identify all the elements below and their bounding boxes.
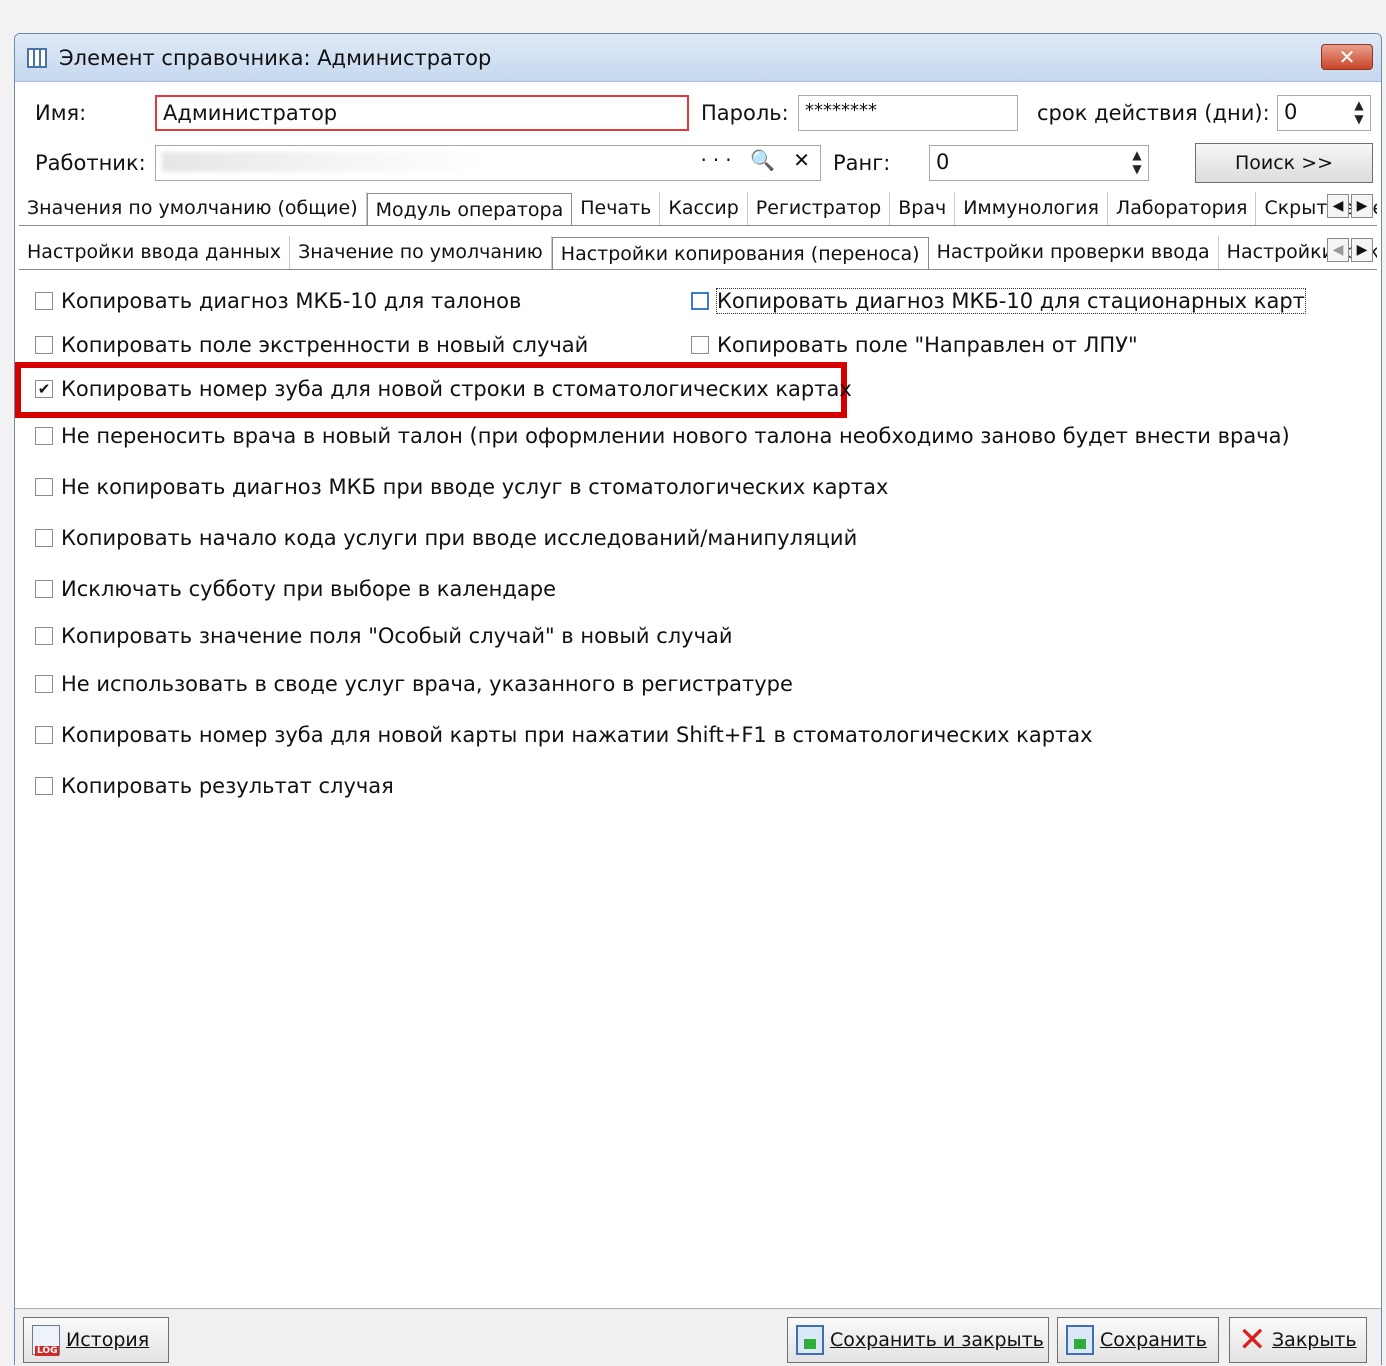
log-icon	[32, 1325, 60, 1356]
bottom-toolbar: История Сохранить и закрыть Сохранить ✕ …	[15, 1308, 1381, 1366]
checkbox[interactable]	[691, 292, 709, 310]
history-button[interactable]: История	[23, 1317, 169, 1363]
tab-scroll-arrows: ◀ ▶	[1327, 194, 1373, 218]
checkbox-row[interactable]: Не использовать в своде услуг врача, ука…	[35, 672, 793, 696]
password-label: Пароль:	[701, 101, 789, 125]
checkbox-label: Копировать поле экстренности в новый слу…	[61, 333, 589, 357]
dialog-window: Элемент справочника: Администратор ✕ Имя…	[14, 33, 1382, 1366]
checkbox[interactable]	[35, 427, 53, 445]
close-button[interactable]: ✕ Закрыть	[1229, 1317, 1367, 1363]
checkbox[interactable]	[35, 675, 53, 693]
checkbox[interactable]	[35, 478, 53, 496]
checkbox[interactable]	[691, 336, 709, 354]
history-label: История	[66, 1329, 150, 1351]
spin-arrows-icon[interactable]: ▲ ▼	[1128, 148, 1146, 178]
tab-immunology[interactable]: Иммунология	[955, 192, 1108, 225]
name-input[interactable]: Администратор	[155, 95, 689, 131]
checkbox-label: Не копировать диагноз МКБ при вводе услу…	[61, 475, 889, 499]
checkbox[interactable]	[35, 336, 53, 354]
subtab-scroll-arrows: ◀ ▶	[1327, 238, 1373, 262]
window-title: Элемент справочника: Администратор	[59, 46, 492, 70]
arrow-left-icon[interactable]: ◀	[1327, 194, 1349, 218]
tab-operator-module[interactable]: Модуль оператора	[366, 193, 573, 225]
tab-laboratory[interactable]: Лаборатория	[1108, 192, 1257, 225]
name-label: Имя:	[35, 101, 87, 125]
table-icon	[27, 48, 47, 68]
checkbox-row[interactable]: Копировать диагноз МКБ-10 для стационарн…	[691, 288, 1306, 314]
checkbox-row[interactable]: Не переносить врача в новый талон (при о…	[35, 424, 1290, 448]
checkbox-label: Копировать диагноз МКБ-10 для стационарн…	[716, 288, 1306, 314]
checkbox-row[interactable]: Копировать значение поля "Особый случай"…	[35, 624, 733, 648]
checkbox-row[interactable]: Исключать субботу при выборе в календаре	[35, 577, 556, 601]
checkbox[interactable]	[35, 627, 53, 645]
checkbox-label: Копировать номер зуба для новой карты пр…	[61, 723, 1093, 747]
save-close-button[interactable]: Сохранить и закрыть	[787, 1317, 1049, 1363]
checkbox-label: Копировать номер зуба для новой строки в…	[61, 377, 852, 401]
checkbox-label: Исключать субботу при выборе в календаре	[61, 577, 557, 601]
validity-value: 0	[1284, 100, 1298, 124]
search-button[interactable]: Поиск >>	[1195, 143, 1373, 183]
checkbox-label: Не переносить врача в новый талон (при о…	[61, 424, 1290, 448]
tab-input-settings[interactable]: Настройки ввода данных	[19, 236, 291, 269]
checkbox-label: Копировать значение поля "Особый случай"…	[61, 624, 733, 648]
checkbox-label: Копировать начало кода услуги при вводе …	[61, 526, 858, 550]
tab-doctor[interactable]: Врач	[890, 192, 956, 225]
checkbox-row[interactable]: Копировать поле экстренности в новый слу…	[35, 333, 588, 357]
tab-copy-settings[interactable]: Настройки копирования (переноса)	[551, 237, 929, 269]
worker-label: Работник:	[35, 151, 146, 175]
save-close-label: Сохранить и закрыть	[830, 1329, 1044, 1351]
save-icon	[1066, 1325, 1094, 1355]
tab-defaults-general[interactable]: Значения по умолчанию (общие)	[19, 192, 367, 225]
title-bar[interactable]: Элемент справочника: Администратор ✕	[15, 34, 1381, 82]
window-close-button[interactable]: ✕	[1321, 44, 1373, 70]
tab-default-value[interactable]: Значение по умолчанию	[290, 236, 552, 269]
checkbox-row[interactable]: Копировать номер зуба для новой карты пр…	[35, 723, 1093, 747]
tabs-sub: Настройки ввода данных Значение по умолча…	[19, 236, 1377, 270]
rank-spinner[interactable]: 0 ▲ ▼	[929, 145, 1149, 181]
tabs-main: Значения по умолчанию (общие) Модуль опер…	[19, 192, 1377, 226]
checkbox[interactable]	[35, 726, 53, 744]
close-label: Закрыть	[1272, 1329, 1357, 1351]
checkbox[interactable]	[35, 777, 53, 795]
checkbox[interactable]	[35, 529, 53, 547]
validity-spinner[interactable]: 0 ▲ ▼	[1277, 95, 1371, 131]
tab-cashier[interactable]: Кассир	[660, 192, 748, 225]
checkbox-label: Копировать результат случая	[61, 774, 394, 798]
validity-label: срок действия (дни):	[1037, 101, 1270, 125]
checkbox-row[interactable]: Копировать диагноз МКБ-10 для талонов	[35, 289, 521, 313]
arrow-right-icon[interactable]: ▶	[1351, 238, 1373, 262]
rank-value: 0	[936, 150, 950, 174]
spin-arrows-icon[interactable]: ▲ ▼	[1350, 98, 1368, 128]
worker-field-buttons[interactable]: ··· 🔍 ✕	[701, 148, 816, 172]
checkbox[interactable]	[35, 580, 53, 598]
checkbox-label: Копировать поле "Направлен от ЛПУ"	[717, 333, 1138, 357]
tab-validation-settings[interactable]: Настройки проверки ввода	[929, 236, 1219, 269]
save-icon	[796, 1325, 824, 1355]
tab-registrar[interactable]: Регистратор	[748, 192, 891, 225]
checkbox-row[interactable]: Копировать результат случая	[35, 774, 394, 798]
worker-value-blurred	[162, 152, 482, 172]
checkbox-label: Не использовать в своде услуг врача, ука…	[61, 672, 793, 696]
arrow-right-icon[interactable]: ▶	[1351, 194, 1373, 218]
worker-input[interactable]: ··· 🔍 ✕	[155, 145, 821, 181]
save-button[interactable]: Сохранить	[1057, 1317, 1219, 1363]
rank-label: Ранг:	[833, 151, 891, 175]
save-label: Сохранить	[1100, 1329, 1207, 1351]
checkbox[interactable]	[35, 292, 53, 310]
tab-print[interactable]: Печать	[572, 192, 661, 225]
checkbox-checked[interactable]: ✔	[35, 380, 53, 398]
checkbox-row[interactable]: Копировать начало кода услуги при вводе …	[35, 526, 857, 550]
arrow-left-icon[interactable]: ◀	[1327, 238, 1349, 262]
checkbox-row[interactable]: Копировать поле "Направлен от ЛПУ"	[691, 333, 1138, 357]
close-icon: ✕	[1238, 1320, 1267, 1360]
checkbox-row[interactable]: ✔ Копировать номер зуба для новой строки…	[35, 377, 852, 401]
checkbox-row[interactable]: Не копировать диагноз МКБ при вводе услу…	[35, 475, 888, 499]
password-input[interactable]: ********	[798, 95, 1018, 131]
checkbox-label: Копировать диагноз МКБ-10 для талонов	[61, 289, 522, 313]
